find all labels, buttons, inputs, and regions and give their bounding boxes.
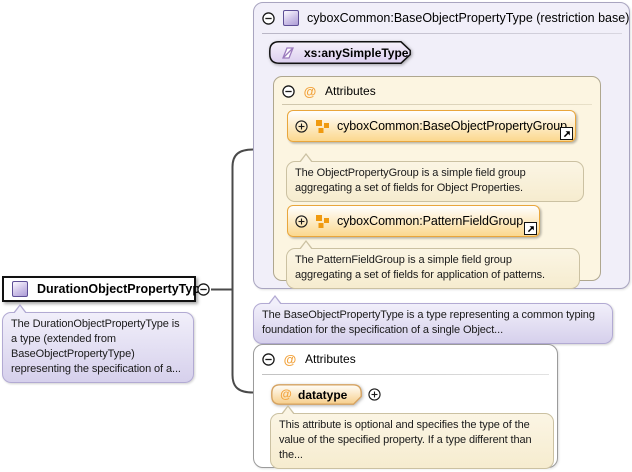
attribute-group-icon bbox=[316, 119, 329, 133]
attribute-group-name: cyboxCommon:PatternFieldGroup bbox=[337, 214, 524, 228]
attributes-header: @ Attributes bbox=[282, 84, 376, 98]
attributes-label: Attributes bbox=[325, 84, 376, 98]
collapse-toggle-icon[interactable] bbox=[282, 84, 295, 98]
simple-type-label: xs:anySimpleType bbox=[304, 45, 409, 60]
attributes-header: @ Attributes bbox=[262, 352, 356, 366]
panel-divider bbox=[282, 104, 592, 105]
tooltip-pointer bbox=[268, 295, 282, 305]
tooltip-pointer bbox=[299, 153, 313, 163]
tooltip-text: The ObjectPropertyGroup is a simple fiel… bbox=[295, 167, 526, 194]
tooltip-text: The DurationObjectPropertyType is a type… bbox=[11, 318, 181, 375]
attribute-row: @ datatype bbox=[271, 384, 381, 405]
xs-any-simple-type-node[interactable]: xs:anySimpleType bbox=[269, 41, 411, 64]
attribute-datatype-node[interactable]: @ datatype bbox=[271, 384, 362, 405]
schema-diagram-canvas: DurationObjectPropertyType The DurationO… bbox=[0, 0, 632, 472]
attribute-at-icon: @ bbox=[283, 351, 297, 367]
collapse-toggle-icon[interactable] bbox=[197, 283, 210, 296]
tooltip-pointer bbox=[13, 304, 27, 314]
connector-branch bbox=[231, 148, 254, 394]
header-divider bbox=[262, 33, 622, 34]
tooltip-text: The BaseObjectPropertyType is a type rep… bbox=[262, 309, 595, 336]
attribute-group-icon bbox=[316, 214, 329, 228]
own-attributes-box: @ Attributes @ datatype This attribute i… bbox=[253, 344, 558, 469]
attribute-at-icon: @ bbox=[280, 387, 292, 401]
left-node-tooltip: The DurationObjectPropertyType is a type… bbox=[2, 304, 194, 383]
attributes-label: Attributes bbox=[305, 352, 356, 366]
collapse-toggle-icon[interactable] bbox=[262, 352, 275, 366]
base-type-tooltip: The BaseObjectPropertyType is a type rep… bbox=[253, 295, 613, 344]
group-description-tooltip: The ObjectPropertyGroup is a simple fiel… bbox=[286, 153, 584, 202]
attribute-group-name: cyboxCommon:BaseObjectPropertyGroup bbox=[337, 119, 567, 133]
collapse-toggle-icon[interactable] bbox=[262, 11, 275, 25]
goto-definition-icon[interactable] bbox=[524, 222, 537, 235]
attribute-name: datatype bbox=[298, 387, 348, 402]
tooltip-text: The PatternFieldGroup is a simple field … bbox=[295, 254, 546, 281]
node-title: DurationObjectPropertyType bbox=[37, 282, 207, 296]
attributes-panel: @ Attributes cyboxCommon:BaseObjectPrope… bbox=[273, 76, 601, 289]
attribute-description-tooltip: This attribute is optional and specifies… bbox=[270, 405, 554, 469]
complex-type-icon bbox=[283, 10, 299, 26]
base-box-header: cyboxCommon:BaseObjectPropertyType (rest… bbox=[262, 10, 629, 26]
tooltip-pointer bbox=[281, 405, 295, 415]
header-divider bbox=[262, 374, 549, 375]
group-description-tooltip: The PatternFieldGroup is a simple field … bbox=[286, 240, 580, 289]
base-box-title: cyboxCommon:BaseObjectPropertyType (rest… bbox=[307, 11, 630, 25]
goto-definition-icon[interactable] bbox=[560, 127, 573, 140]
expand-toggle-icon[interactable] bbox=[368, 388, 381, 401]
simple-type-icon bbox=[282, 46, 294, 59]
attribute-group-pattern-field-group[interactable]: cyboxCommon:PatternFieldGroup bbox=[287, 205, 540, 237]
attribute-group-base-object-property-group[interactable]: cyboxCommon:BaseObjectPropertyGroup bbox=[287, 110, 576, 142]
tooltip-pointer bbox=[299, 240, 313, 250]
expand-toggle-icon[interactable] bbox=[295, 214, 308, 228]
expand-toggle-icon[interactable] bbox=[295, 119, 308, 133]
attribute-at-icon: @ bbox=[303, 83, 317, 99]
duration-object-property-type-node[interactable]: DurationObjectPropertyType bbox=[2, 276, 207, 302]
tooltip-text: This attribute is optional and specifies… bbox=[279, 419, 532, 461]
complex-type-icon bbox=[12, 281, 28, 297]
base-object-property-type-box: cyboxCommon:BaseObjectPropertyType (rest… bbox=[253, 2, 630, 289]
